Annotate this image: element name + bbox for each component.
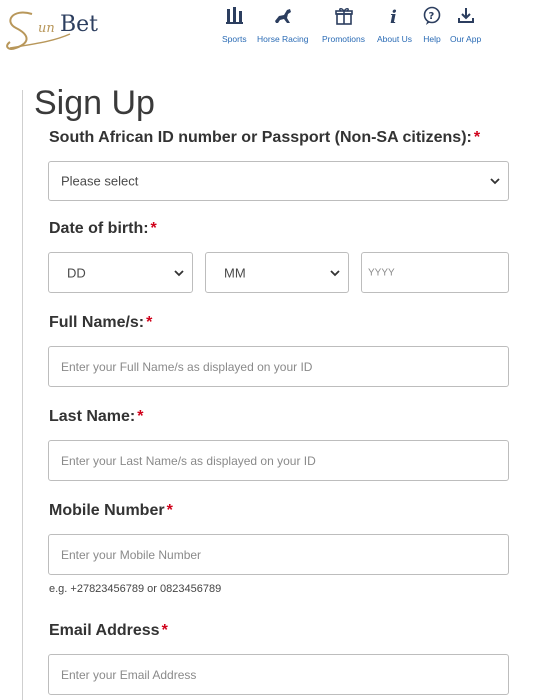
required-asterisk: *: [146, 314, 153, 331]
info-icon: i: [390, 7, 397, 26]
svg-text:un: un: [38, 21, 55, 36]
svg-text:?: ?: [429, 11, 435, 22]
page-title: Sign Up: [34, 84, 155, 122]
nav-item-sports[interactable]: Sports: [222, 6, 247, 44]
email-label: Email Address *: [49, 622, 168, 640]
nav-item-promotions[interactable]: Promotions: [322, 6, 365, 44]
chevron-down-icon: [174, 269, 184, 276]
fullname-input[interactable]: Enter your Full Name/s as displayed on y…: [48, 346, 509, 387]
nav-label-sports: Sports: [222, 34, 247, 44]
required-asterisk: *: [473, 129, 481, 146]
email-label-text: Email Address: [49, 622, 160, 639]
content-left-border: [22, 90, 23, 700]
required-asterisk: *: [137, 408, 144, 425]
nav-item-help[interactable]: ? Help: [422, 6, 442, 44]
download-icon: [457, 8, 474, 23]
nav-item-horse-racing[interactable]: Horse Racing: [257, 6, 309, 44]
nav-label-promotions: Promotions: [322, 34, 365, 44]
nav-label-about-us: About Us: [377, 34, 412, 44]
email-placeholder: Enter your Email Address: [61, 667, 197, 682]
dob-year-input[interactable]: YYYY: [361, 252, 509, 293]
top-header: un Bet Sports Horse Racing Promotions i: [0, 0, 533, 62]
nav-label-help: Help: [423, 34, 441, 44]
dob-day-value: DD: [67, 265, 86, 280]
id-number-label-text: South African ID number or Passport (Non…: [49, 129, 472, 146]
email-input[interactable]: Enter your Email Address: [48, 654, 509, 695]
fullname-label: Full Name/s: *: [49, 314, 152, 332]
id-type-select-value: Please select: [61, 173, 139, 189]
nav-label-our-app: Our App: [450, 34, 482, 44]
dob-label: Date of birth: *: [49, 220, 157, 238]
sunbet-logo[interactable]: un Bet: [2, 4, 122, 54]
lastname-label: Last Name: *: [49, 408, 143, 426]
id-type-select[interactable]: Please select: [48, 161, 509, 201]
gift-icon: [334, 8, 353, 25]
horse-racing-icon: [274, 9, 291, 23]
lastname-placeholder: Enter your Last Name/s as displayed on y…: [61, 453, 316, 468]
dob-day-select[interactable]: DD: [48, 252, 193, 293]
dob-year-placeholder: YYYY: [368, 267, 395, 278]
svg-text:i: i: [390, 7, 397, 26]
help-icon: ?: [423, 6, 441, 25]
id-number-label: South African ID number or Passport (Non…: [49, 129, 480, 147]
required-asterisk: *: [150, 220, 157, 237]
nav-label-horse-racing: Horse Racing: [257, 34, 309, 44]
mobile-hint: e.g. +27823456789 or 0823456789: [49, 583, 222, 595]
sports-icon: [226, 7, 244, 24]
dob-month-select[interactable]: MM: [205, 252, 349, 293]
chevron-down-icon: [330, 269, 340, 276]
nav-item-our-app[interactable]: Our App: [450, 6, 481, 44]
mobile-input[interactable]: Enter your Mobile Number: [48, 534, 509, 575]
mobile-label: Mobile Number *: [49, 502, 173, 520]
lastname-input[interactable]: Enter your Last Name/s as displayed on y…: [48, 440, 509, 481]
fullname-label-text: Full Name/s:: [49, 314, 145, 331]
chevron-down-icon: [490, 178, 500, 185]
nav-item-about-us[interactable]: i About Us: [377, 6, 412, 44]
mobile-label-text: Mobile Number: [49, 502, 165, 519]
dob-month-value: MM: [224, 265, 246, 280]
required-asterisk: *: [161, 622, 168, 639]
mobile-placeholder: Enter your Mobile Number: [61, 547, 202, 562]
fullname-placeholder: Enter your Full Name/s as displayed on y…: [61, 359, 313, 374]
dob-label-text: Date of birth:: [49, 220, 149, 237]
required-asterisk: *: [166, 502, 173, 519]
lastname-label-text: Last Name:: [49, 408, 136, 425]
logo-brand-text: Bet: [60, 12, 99, 37]
